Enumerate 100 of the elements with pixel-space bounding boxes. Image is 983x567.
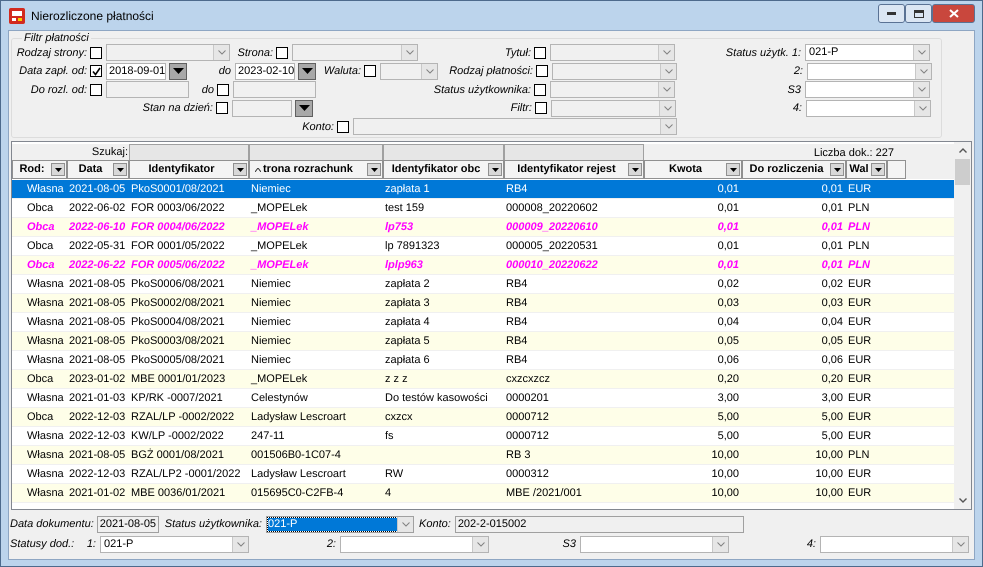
column-header[interactable]: trona rozrachunk bbox=[249, 160, 383, 179]
filter-dropdown-button[interactable] bbox=[488, 163, 502, 176]
filter-dropdown-button[interactable] bbox=[233, 163, 247, 176]
dropdown-field[interactable] bbox=[551, 100, 676, 117]
table-cell-text: 0,05 bbox=[822, 334, 843, 349]
table-cell-text: Obca bbox=[27, 200, 54, 216]
table-cell-text: _MOPELek bbox=[251, 372, 308, 387]
scrollbar-thumb[interactable] bbox=[955, 159, 970, 185]
dropdown-field[interactable] bbox=[550, 81, 675, 98]
table-cell-text: 0,20 bbox=[718, 372, 739, 387]
column-header[interactable]: Identyfikator obc bbox=[383, 160, 504, 179]
calendar-dropdown-button[interactable] bbox=[295, 100, 313, 117]
dropdown-field[interactable] bbox=[380, 62, 438, 80]
triangle-down-icon bbox=[298, 105, 310, 112]
table-cell-text: zapłata 2 bbox=[385, 276, 430, 292]
column-header[interactable]: Data bbox=[67, 160, 129, 179]
checkbox[interactable] bbox=[90, 46, 102, 59]
column-header[interactable]: Do rozliczenia bbox=[742, 160, 846, 179]
table-row[interactable]: Własna 2021-08-05 BGŻ 0001/08/2021 001506B0-1C07-4 RB 3 10,00 10,00 PLN bbox=[12, 446, 954, 465]
dropdown-field[interactable] bbox=[805, 81, 930, 98]
dropdown-field[interactable] bbox=[292, 44, 418, 62]
date-field[interactable]: 2023-02-10 bbox=[235, 62, 295, 80]
chevron-down-icon bbox=[421, 64, 437, 79]
date-field[interactable]: 2018-09-01 bbox=[106, 62, 166, 80]
minimize-button[interactable] bbox=[878, 4, 905, 23]
dropdown-field[interactable] bbox=[550, 44, 675, 62]
filter-dropdown-button[interactable] bbox=[113, 163, 127, 176]
document-count: Liczba dok.: 227 bbox=[814, 146, 894, 161]
table-row[interactable]: Własna 2021-08-05 PkoS0001/08/2021 Niemiec zapłata 1 RB4 0,01 0,01 EUR bbox=[12, 180, 954, 199]
table-row[interactable]: Własna 2021-01-02 MBE 0036/01/2021 015695C0-C2FB-4 4 MBE /2021/001 10,00 10,00 EUR bbox=[12, 484, 954, 503]
filter-dropdown-button[interactable] bbox=[367, 163, 381, 176]
field-label: 2: bbox=[326, 537, 336, 552]
checkbox[interactable] bbox=[536, 65, 548, 78]
dropdown-field[interactable] bbox=[806, 100, 931, 117]
search-field[interactable] bbox=[504, 144, 644, 160]
table-cell-text: 0,02 bbox=[718, 276, 739, 292]
field-label: Strona: bbox=[236, 46, 273, 60]
table-row[interactable]: Obca 2023-01-02 MBE 0001/01/2023 _MOPELek z z z cxzcxzcz 0,20 0,20 EUR bbox=[12, 370, 954, 389]
table-row[interactable]: Własna 2021-08-05 PkoS0003/08/2021 Niemiec zapłata 5 RB4 0,05 0,05 EUR bbox=[12, 332, 954, 351]
checkbox[interactable] bbox=[534, 84, 546, 96]
column-header[interactable]: Wal bbox=[846, 160, 887, 179]
table-cell-text: Niemiec bbox=[251, 296, 291, 311]
input-field[interactable] bbox=[233, 81, 316, 98]
dropdown-field[interactable]: 021-P bbox=[100, 536, 249, 553]
table-cell-text: RZAL/LP -0002/2022 bbox=[131, 410, 234, 425]
checkbox[interactable] bbox=[337, 120, 349, 133]
checkbox[interactable] bbox=[534, 46, 546, 59]
table-cell-text: EUR bbox=[848, 352, 872, 368]
filter-dropdown-button[interactable] bbox=[871, 163, 885, 176]
table-cell-text: PkoS0005/08/2021 bbox=[131, 352, 225, 368]
dropdown-field[interactable] bbox=[340, 536, 489, 553]
field-label: 4: bbox=[792, 101, 802, 116]
table-cell-text: PkoS0004/08/2021 bbox=[131, 314, 225, 330]
checkbox[interactable] bbox=[90, 65, 102, 78]
table-cell-text: KP/RK -0007/2021 bbox=[131, 390, 223, 406]
checkbox[interactable] bbox=[90, 84, 102, 96]
column-header[interactable]: Kwota bbox=[644, 160, 742, 179]
filter-dropdown-button[interactable] bbox=[51, 163, 65, 176]
maximize-button[interactable] bbox=[905, 4, 932, 23]
column-header[interactable]: Identyfikator bbox=[129, 160, 249, 179]
table-row[interactable]: Obca 2022-12-03 RZAL/LP -0002/2022 Ladysław Lescroart cxzcx 0000712 5,00 5,00 EUR bbox=[12, 408, 954, 427]
maximize-icon bbox=[914, 10, 924, 18]
dropdown-field[interactable] bbox=[580, 536, 729, 553]
checkbox[interactable] bbox=[216, 102, 228, 114]
search-field[interactable] bbox=[249, 144, 383, 160]
search-field[interactable] bbox=[129, 144, 249, 160]
table-cell-text: EUR bbox=[848, 390, 872, 406]
checkbox[interactable] bbox=[535, 102, 547, 114]
checkbox[interactable] bbox=[364, 65, 376, 78]
search-field[interactable] bbox=[383, 144, 504, 160]
date-field[interactable] bbox=[232, 100, 292, 117]
calendar-dropdown-button[interactable] bbox=[298, 62, 316, 80]
chevron-down-icon bbox=[958, 498, 966, 503]
filter-dropdown-button[interactable] bbox=[830, 163, 844, 176]
table-cell-text: _MOPELek bbox=[251, 200, 308, 216]
column-header[interactable]: Rod: bbox=[12, 160, 67, 179]
dropdown-field[interactable]: 021-P bbox=[805, 44, 930, 62]
table-row[interactable]: Własna 2021-08-05 PkoS0002/08/2021 Niemiec zapłata 3 RB4 0,03 0,03 EUR bbox=[12, 294, 954, 313]
filter-dropdown-button[interactable] bbox=[628, 163, 642, 176]
column-header[interactable]: Identyfikator rejest bbox=[504, 160, 644, 179]
dropdown-field[interactable]: 021-P bbox=[266, 516, 414, 532]
table-cell-text: PLN bbox=[848, 200, 870, 216]
dropdown-field[interactable] bbox=[807, 62, 932, 80]
field-label: Waluta: bbox=[322, 64, 361, 79]
checkbox[interactable] bbox=[217, 84, 229, 96]
table-cell-text: 5,00 bbox=[718, 410, 739, 425]
dropdown-field[interactable] bbox=[353, 118, 677, 136]
dropdown-field[interactable] bbox=[820, 536, 969, 553]
table-cell-text: Własna bbox=[27, 390, 64, 406]
chevron-down-icon bbox=[472, 537, 488, 552]
filter-dropdown-button[interactable] bbox=[726, 163, 740, 176]
checkbox[interactable] bbox=[276, 46, 288, 59]
table-cell-text: _MOPELek bbox=[251, 238, 308, 254]
dropdown-field[interactable] bbox=[106, 44, 230, 62]
calendar-dropdown-button[interactable] bbox=[169, 62, 187, 80]
table-cell-text: 2023-01-02 bbox=[69, 372, 126, 387]
close-button[interactable] bbox=[932, 4, 975, 23]
dropdown-field[interactable] bbox=[552, 62, 677, 80]
input-field[interactable] bbox=[106, 81, 189, 98]
table-cell-text: z z z bbox=[385, 372, 408, 387]
